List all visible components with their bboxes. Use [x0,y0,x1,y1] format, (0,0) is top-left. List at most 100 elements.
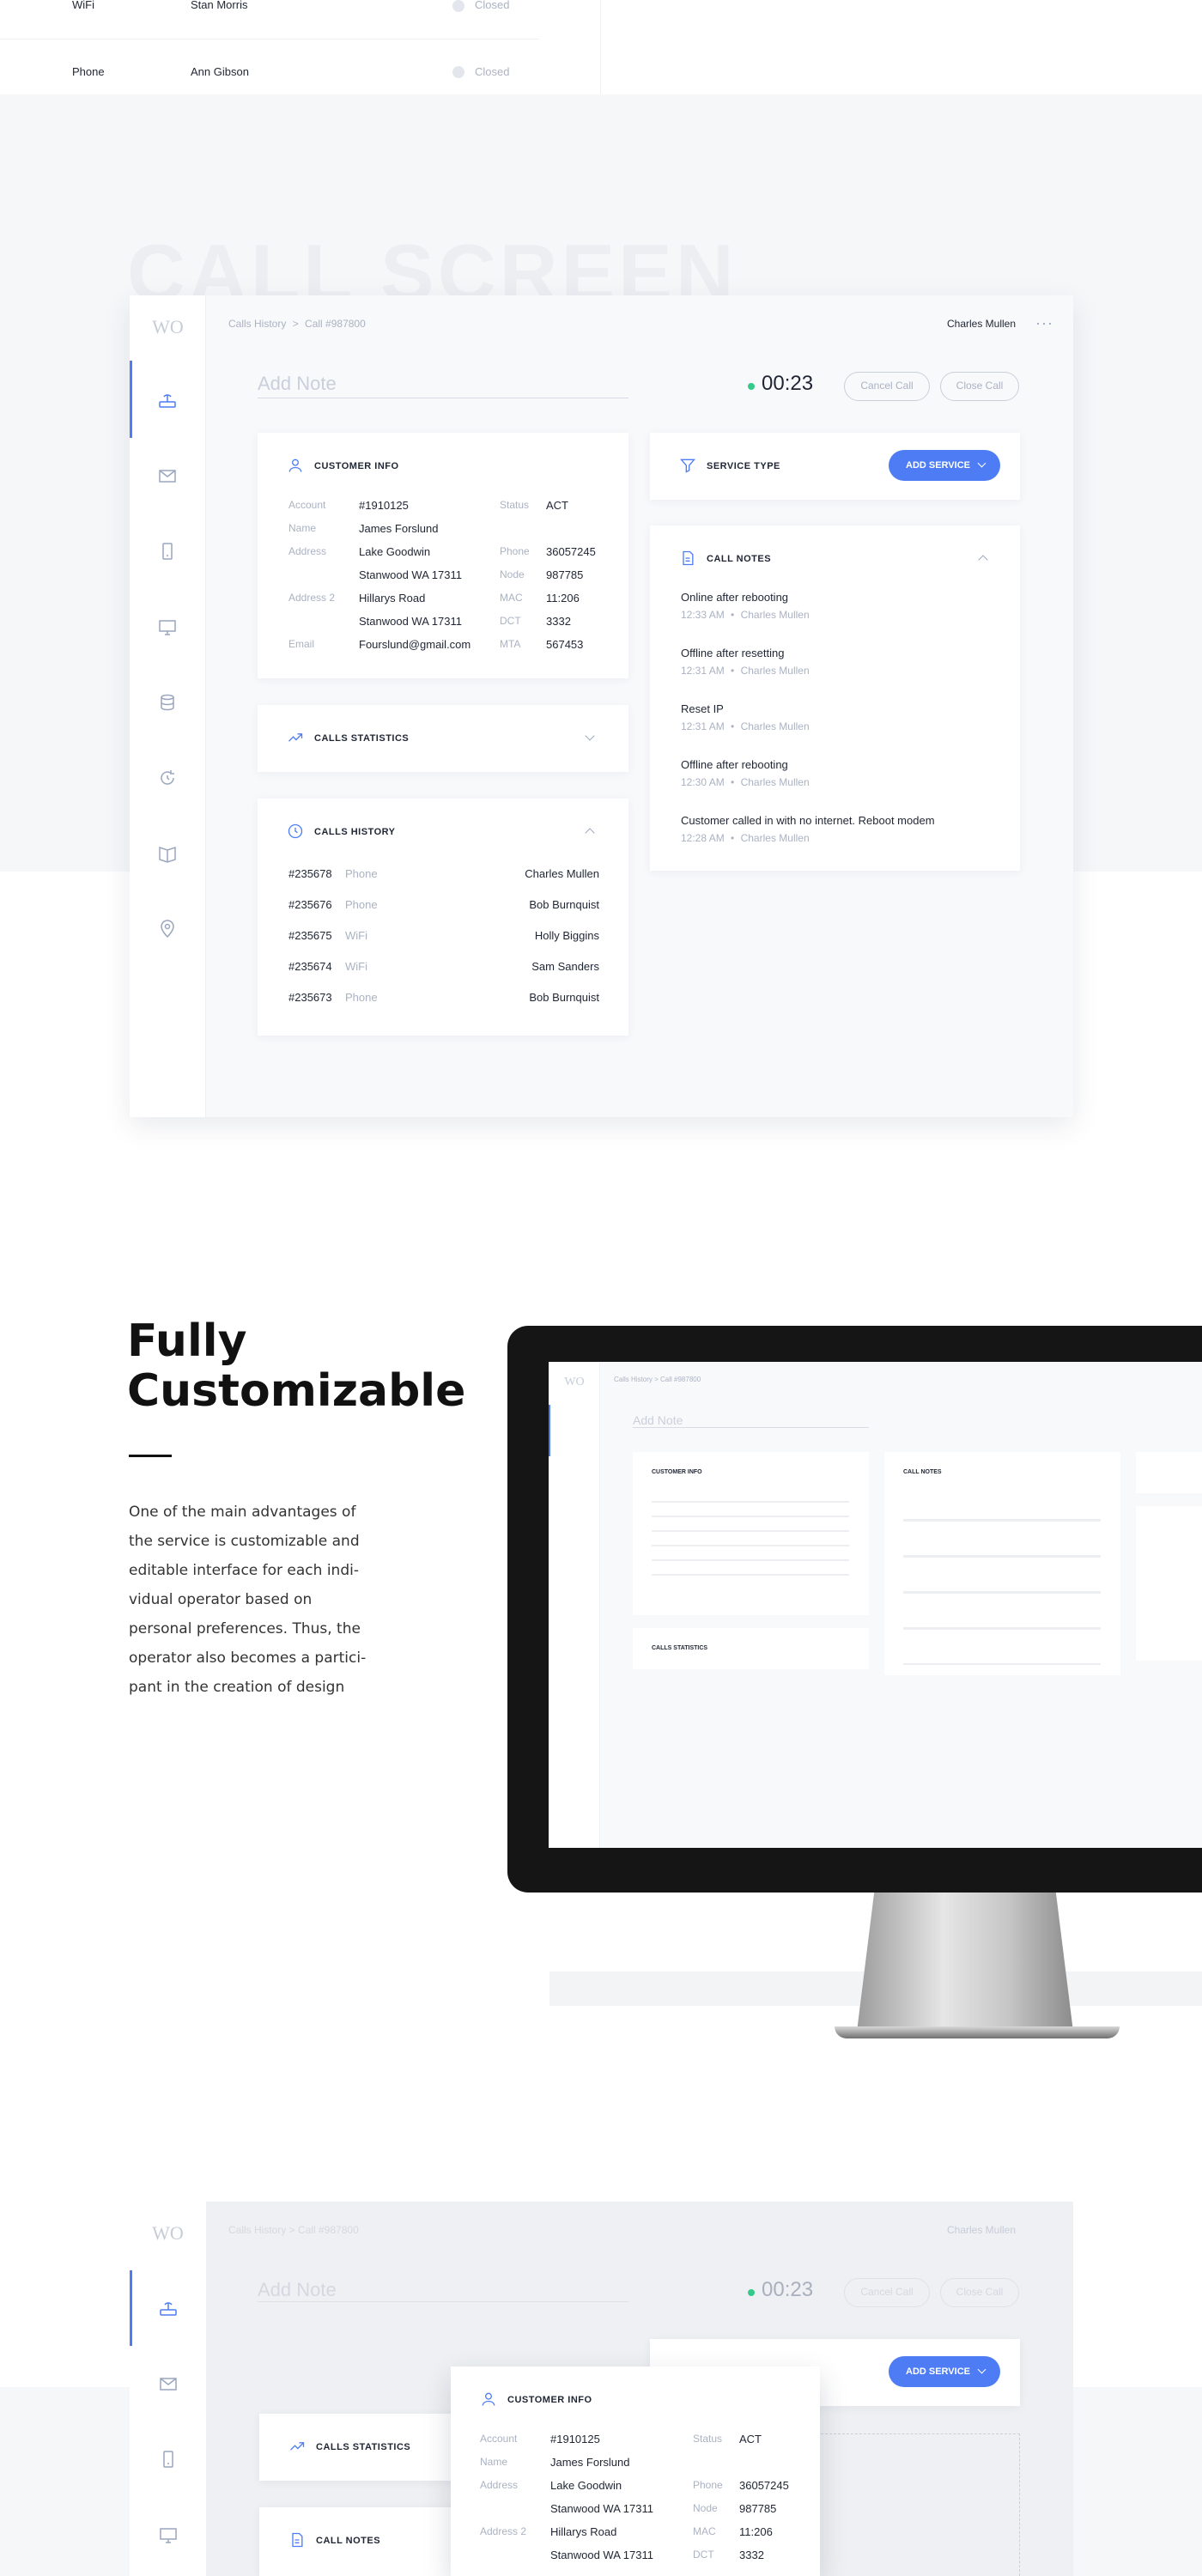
customer-info-title: CUSTOMER INFO [314,461,399,471]
bottom-app: WO Calls History > Call #987800 Charles … [130,2202,1073,2576]
promo-body-line: vidual operator based on [129,1591,313,1608]
database-icon[interactable] [157,692,178,713]
cancel-call-button[interactable]: Cancel Call [844,372,930,401]
list-item[interactable]: Offline after rebooting 12:30 AM • Charl… [681,758,999,801]
bottom-breadcrumb-root: Calls History [228,2224,287,2236]
add-service-button[interactable]: ADD SERVICE [889,450,1000,481]
bottom-active-indicator [130,2270,132,2346]
mobile-icon[interactable] [158,2449,179,2470]
bottom-call-timer: 00:23 [762,2278,814,2301]
label-dct: DCT [693,2549,714,2561]
note-separator: • [731,720,735,732]
label-account: Account [480,2433,518,2445]
note-author: Charles Mullen [740,832,810,844]
value-node: 987785 [546,568,584,581]
value-address-line1: Lake Goodwin [359,545,431,558]
chevron-up-icon[interactable] [978,555,988,565]
bottom-logo: WO [152,2222,184,2244]
value-account: #1910125 [359,499,409,512]
bottom-add-service-button[interactable]: ADD SERVICE [889,2356,1000,2387]
label-name: Name [288,522,317,534]
bottom-notes-title: CALL NOTES [316,2536,381,2546]
mobile-icon[interactable] [157,541,178,562]
note-meta: 12:33 AM • Charles Mullen [681,609,999,621]
monitor-mockup: WO Calls History > Call #987800 Add Note… [507,1326,1202,1893]
chevron-down-icon [977,2365,986,2374]
location-pin-icon[interactable] [157,919,178,939]
table-row[interactable]: WiFi Stan Morris Closed [0,0,539,39]
more-options-icon[interactable]: ··· [1035,314,1053,332]
note-separator: • [731,776,735,788]
mail-icon[interactable] [158,2373,179,2394]
value-address-line2: Stanwood WA 17311 [359,568,462,581]
note-meta: 12:31 AM • Charles Mullen [681,665,999,677]
close-call-button[interactable]: Close Call [940,372,1019,401]
row-type: WiFi [72,0,94,11]
label-email: Email [288,638,315,650]
row-status: Closed [475,0,510,11]
list-item[interactable]: Reset IP 12:31 AM • Charles Mullen [681,702,999,745]
add-note-input[interactable]: Add Note [258,373,628,398]
label-node: Node [500,568,525,580]
value-node: 987785 [739,2502,777,2515]
call-agent: Charles Mullen [525,867,599,880]
breadcrumb-root[interactable]: Calls History [228,318,286,330]
monitor-icon[interactable] [157,617,178,637]
call-type: Phone [345,991,378,1004]
row-type: Phone [72,65,105,78]
book-icon[interactable] [157,843,178,864]
promo-heading: Fully Customizable [127,1316,465,1416]
value-address2-line2: Stanwood WA 17311 [550,2549,653,2561]
refresh-icon[interactable] [157,768,178,788]
document-icon [679,550,696,571]
table-row[interactable]: #235673 Phone Bob Burnquist [258,984,628,1015]
monitor-icon[interactable] [158,2524,179,2545]
value-dct: 3332 [739,2549,764,2561]
label-address2: Address 2 [288,592,336,604]
bottom-close-call: Close Call [940,2278,1019,2307]
calls-statistics-title: CALLS STATISTICS [314,733,410,744]
table-row[interactable]: #235678 Phone Charles Mullen [258,860,628,891]
table-row[interactable]: #235674 WiFi Sam Sanders [258,953,628,984]
table-row[interactable]: Phone Ann Gibson Closed [0,58,539,94]
chevron-up-icon[interactable] [585,828,595,838]
value-address-line1: Lake Goodwin [550,2479,622,2492]
label-mta: MTA [500,638,521,650]
breadcrumb-current: Call #987800 [305,318,366,330]
calls-statistics-card[interactable]: CALLS STATISTICS [258,705,628,772]
bottom-online-indicator [748,2289,755,2296]
note-author: Charles Mullen [740,665,810,677]
mini-customer-lines [652,1493,849,1588]
sidebar: WO [130,295,206,1117]
logo: WO [152,316,184,337]
value-status: ACT [739,2433,762,2445]
user-name[interactable]: Charles Mullen [947,318,1016,330]
add-service-label: ADD SERVICE [906,460,970,471]
promo-body-line: personal preferences. Thus, the [129,1620,361,1637]
label-status: Status [693,2433,723,2445]
mail-icon[interactable] [157,465,178,486]
table-row[interactable]: #235675 WiFi Holly Biggins [258,922,628,953]
mini-add-note: Add Note [633,1413,869,1428]
bottom-stats-title: CALLS STATISTICS [316,2442,411,2452]
list-item[interactable]: Offline after resetting 12:31 AM • Charl… [681,647,999,690]
monitor-screen: WO Calls History > Call #987800 Add Note… [549,1362,1202,1848]
mini-notes-card: CALL NOTES [884,1452,1120,1675]
note-text: Offline after rebooting [681,758,788,771]
list-item[interactable]: Customer called in with no internet. Reb… [681,814,999,857]
list-item[interactable]: Online after rebooting 12:33 AM • Charle… [681,591,999,634]
table-row[interactable]: #235676 Phone Bob Burnquist [258,891,628,922]
dragged-customer-info-card[interactable]: CUSTOMER INFO Account #1910125 Name Jame… [451,2366,820,2576]
chart-trend-icon [288,2438,306,2459]
promo-body-line: editable interface for each indi- [129,1562,359,1579]
bottom-add-service-label: ADD SERVICE [906,2366,970,2377]
mini-logo: WO [564,1376,585,1388]
label-dct: DCT [500,615,521,627]
chevron-down-icon[interactable] [585,731,595,741]
value-address2-line2: Stanwood WA 17311 [359,615,462,628]
router-icon[interactable] [157,390,178,410]
label-address: Address [288,545,327,557]
calls-history-card: CALLS HISTORY #235678 Phone Charles Mull… [258,799,628,1036]
router-icon[interactable] [158,2298,179,2318]
breadcrumb: Calls History > Call #987800 [228,318,366,330]
